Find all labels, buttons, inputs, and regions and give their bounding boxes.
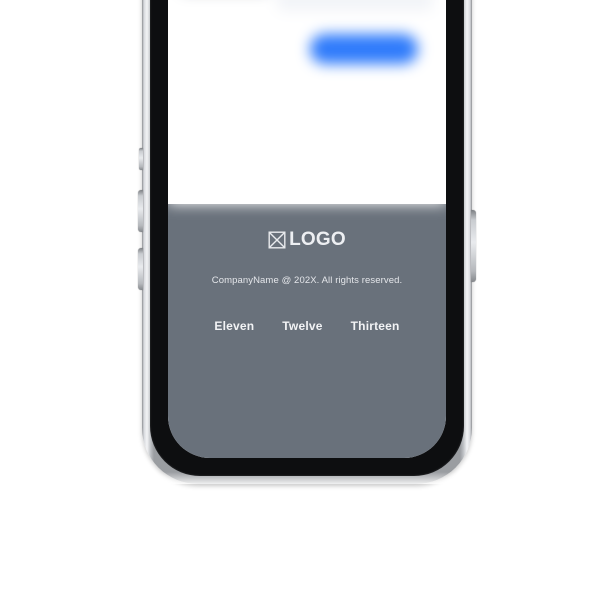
footer-link-twelve[interactable]: Twelve [282, 319, 322, 333]
blurred-form-content [168, 0, 446, 204]
form-actions-row [182, 28, 432, 64]
footer-logo-label: LOGO [289, 229, 346, 250]
field-textarea-placeholder[interactable] [278, 0, 432, 10]
footer-link-eleven[interactable]: Eleven [214, 319, 254, 333]
page-footer: LOGO CompanyName @ 202X. All rights rese… [168, 204, 446, 458]
footer-logo[interactable]: LOGO [268, 230, 346, 249]
form-fields-group [168, 0, 446, 64]
power-button[interactable] [471, 210, 476, 282]
mute-switch[interactable] [139, 148, 143, 170]
form-row [182, 0, 432, 10]
canvas-background: LOGO CompanyName @ 202X. All rights rese… [0, 0, 600, 600]
footer-link-thirteen[interactable]: Thirteen [351, 319, 400, 333]
volume-up-button[interactable] [138, 190, 143, 232]
volume-down-button[interactable] [138, 248, 143, 290]
footer-copyright: CompanyName @ 202X. All rights reserved. [211, 275, 403, 286]
submit-button[interactable] [310, 34, 418, 64]
phone-screen: LOGO CompanyName @ 202X. All rights rese… [168, 0, 446, 458]
phone-device-mockup: LOGO CompanyName @ 202X. All rights rese… [138, 0, 476, 484]
phone-bezel: LOGO CompanyName @ 202X. All rights rese… [150, 0, 464, 476]
crossed-box-icon [268, 231, 286, 249]
footer-nav-links: Eleven Twelve Thirteen [214, 319, 399, 333]
